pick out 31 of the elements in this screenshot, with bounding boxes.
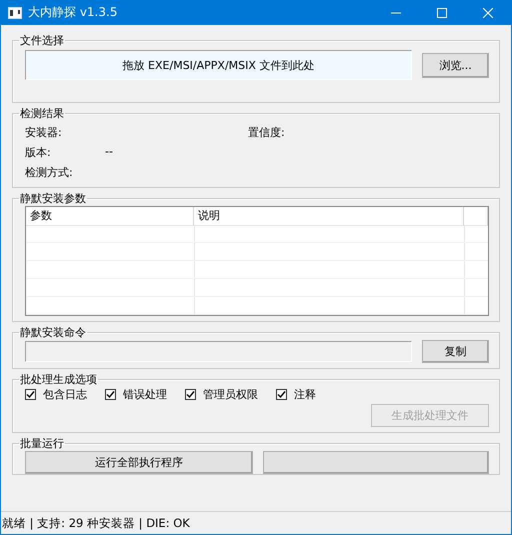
checkbox[interactable]: [185, 389, 196, 400]
close-icon: [483, 8, 493, 18]
column-header[interactable]: 参数: [26, 207, 194, 226]
drop-zone[interactable]: 拖放 EXE/MSI/APPX/MSIX 文件到此处: [25, 50, 412, 80]
checkbox-label[interactable]: 管理员权限: [203, 387, 258, 402]
group-title: 批量运行: [19, 436, 65, 451]
checkbox[interactable]: [25, 389, 36, 400]
maximize-icon: [437, 8, 447, 18]
group-title: 文件选择: [19, 33, 65, 48]
checkbox-label[interactable]: 注释: [294, 387, 316, 402]
checkbox[interactable]: [105, 389, 116, 400]
run-all-button[interactable]: 运行全部执行程序: [25, 451, 253, 474]
checkbox[interactable]: [276, 389, 287, 400]
group-title: 检测结果: [19, 106, 65, 121]
status-text: 就绪 | 支持: 29 种安装器 | DIE: OK: [2, 516, 190, 530]
copy-button[interactable]: 复制: [422, 340, 489, 363]
field-label: 安装器:: [25, 125, 63, 140]
field-label: 置信度:: [248, 125, 286, 140]
browse-button[interactable]: 浏览...: [422, 52, 489, 78]
field-label: 检测方式:: [25, 165, 74, 180]
column-header[interactable]: 说明: [194, 207, 464, 226]
checkbox-label[interactable]: 包含日志: [43, 387, 87, 402]
field-value: --: [105, 145, 114, 160]
field-label: 版本:: [25, 145, 52, 160]
group-title: 静默安装命令: [19, 325, 87, 340]
group-title: 批处理生成选项: [19, 372, 98, 387]
app-icon: [8, 6, 22, 18]
command-field[interactable]: [25, 341, 412, 362]
checkbox-label[interactable]: 错误处理: [123, 387, 167, 402]
group-title: 静默安装参数: [19, 191, 87, 206]
window-title: 大内静探 v1.3.5: [28, 4, 118, 21]
